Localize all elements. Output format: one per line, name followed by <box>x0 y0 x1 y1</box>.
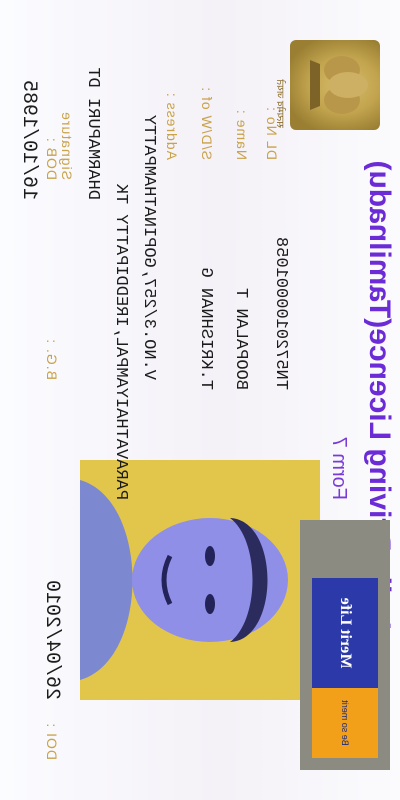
address-line-2: PARAVATHAIYAMPAL,IREDDIPATTY TK <box>111 183 130 500</box>
address-line-1: V.NO.3/257,GOPINATHAMPATTY <box>139 114 158 380</box>
doi-label: DOI : <box>44 722 60 760</box>
emblem-caption: सत्यमेव जयते <box>274 79 285 128</box>
signature-label: Signature <box>59 111 75 180</box>
bg-label: B.G. : <box>44 338 60 380</box>
dob-value: 16/10/1985 <box>17 79 40 200</box>
logo-name: Merit Life <box>337 597 354 669</box>
form-number: Form 7 <box>328 436 350 500</box>
national-emblem-icon <box>290 40 380 130</box>
name-value: BOOPALAN T <box>231 287 250 390</box>
driving-licence-card: India Driving Licence(Tamilnadu) Form 7 … <box>0 0 400 800</box>
address-line-3: DHARMAPURI DT <box>83 67 102 200</box>
dl-value: TN5720100001058 <box>271 236 290 390</box>
logo-box: Be so merit Merit Life <box>300 520 390 770</box>
logo-tagline: Be so merit <box>312 688 378 758</box>
sdw-label: S/D/W of : <box>199 86 215 160</box>
merit-life-logo: Merit Life <box>312 578 378 688</box>
address-label: Address : <box>164 91 180 160</box>
dob-label: DOB : <box>44 136 60 180</box>
doi-value: 26/04/2010 <box>40 579 63 700</box>
sdw-value: T.KRISHNAN G <box>196 267 215 390</box>
card-content: India Driving Licence(Tamilnadu) Form 7 … <box>0 0 400 800</box>
name-label: Name : <box>234 108 250 160</box>
